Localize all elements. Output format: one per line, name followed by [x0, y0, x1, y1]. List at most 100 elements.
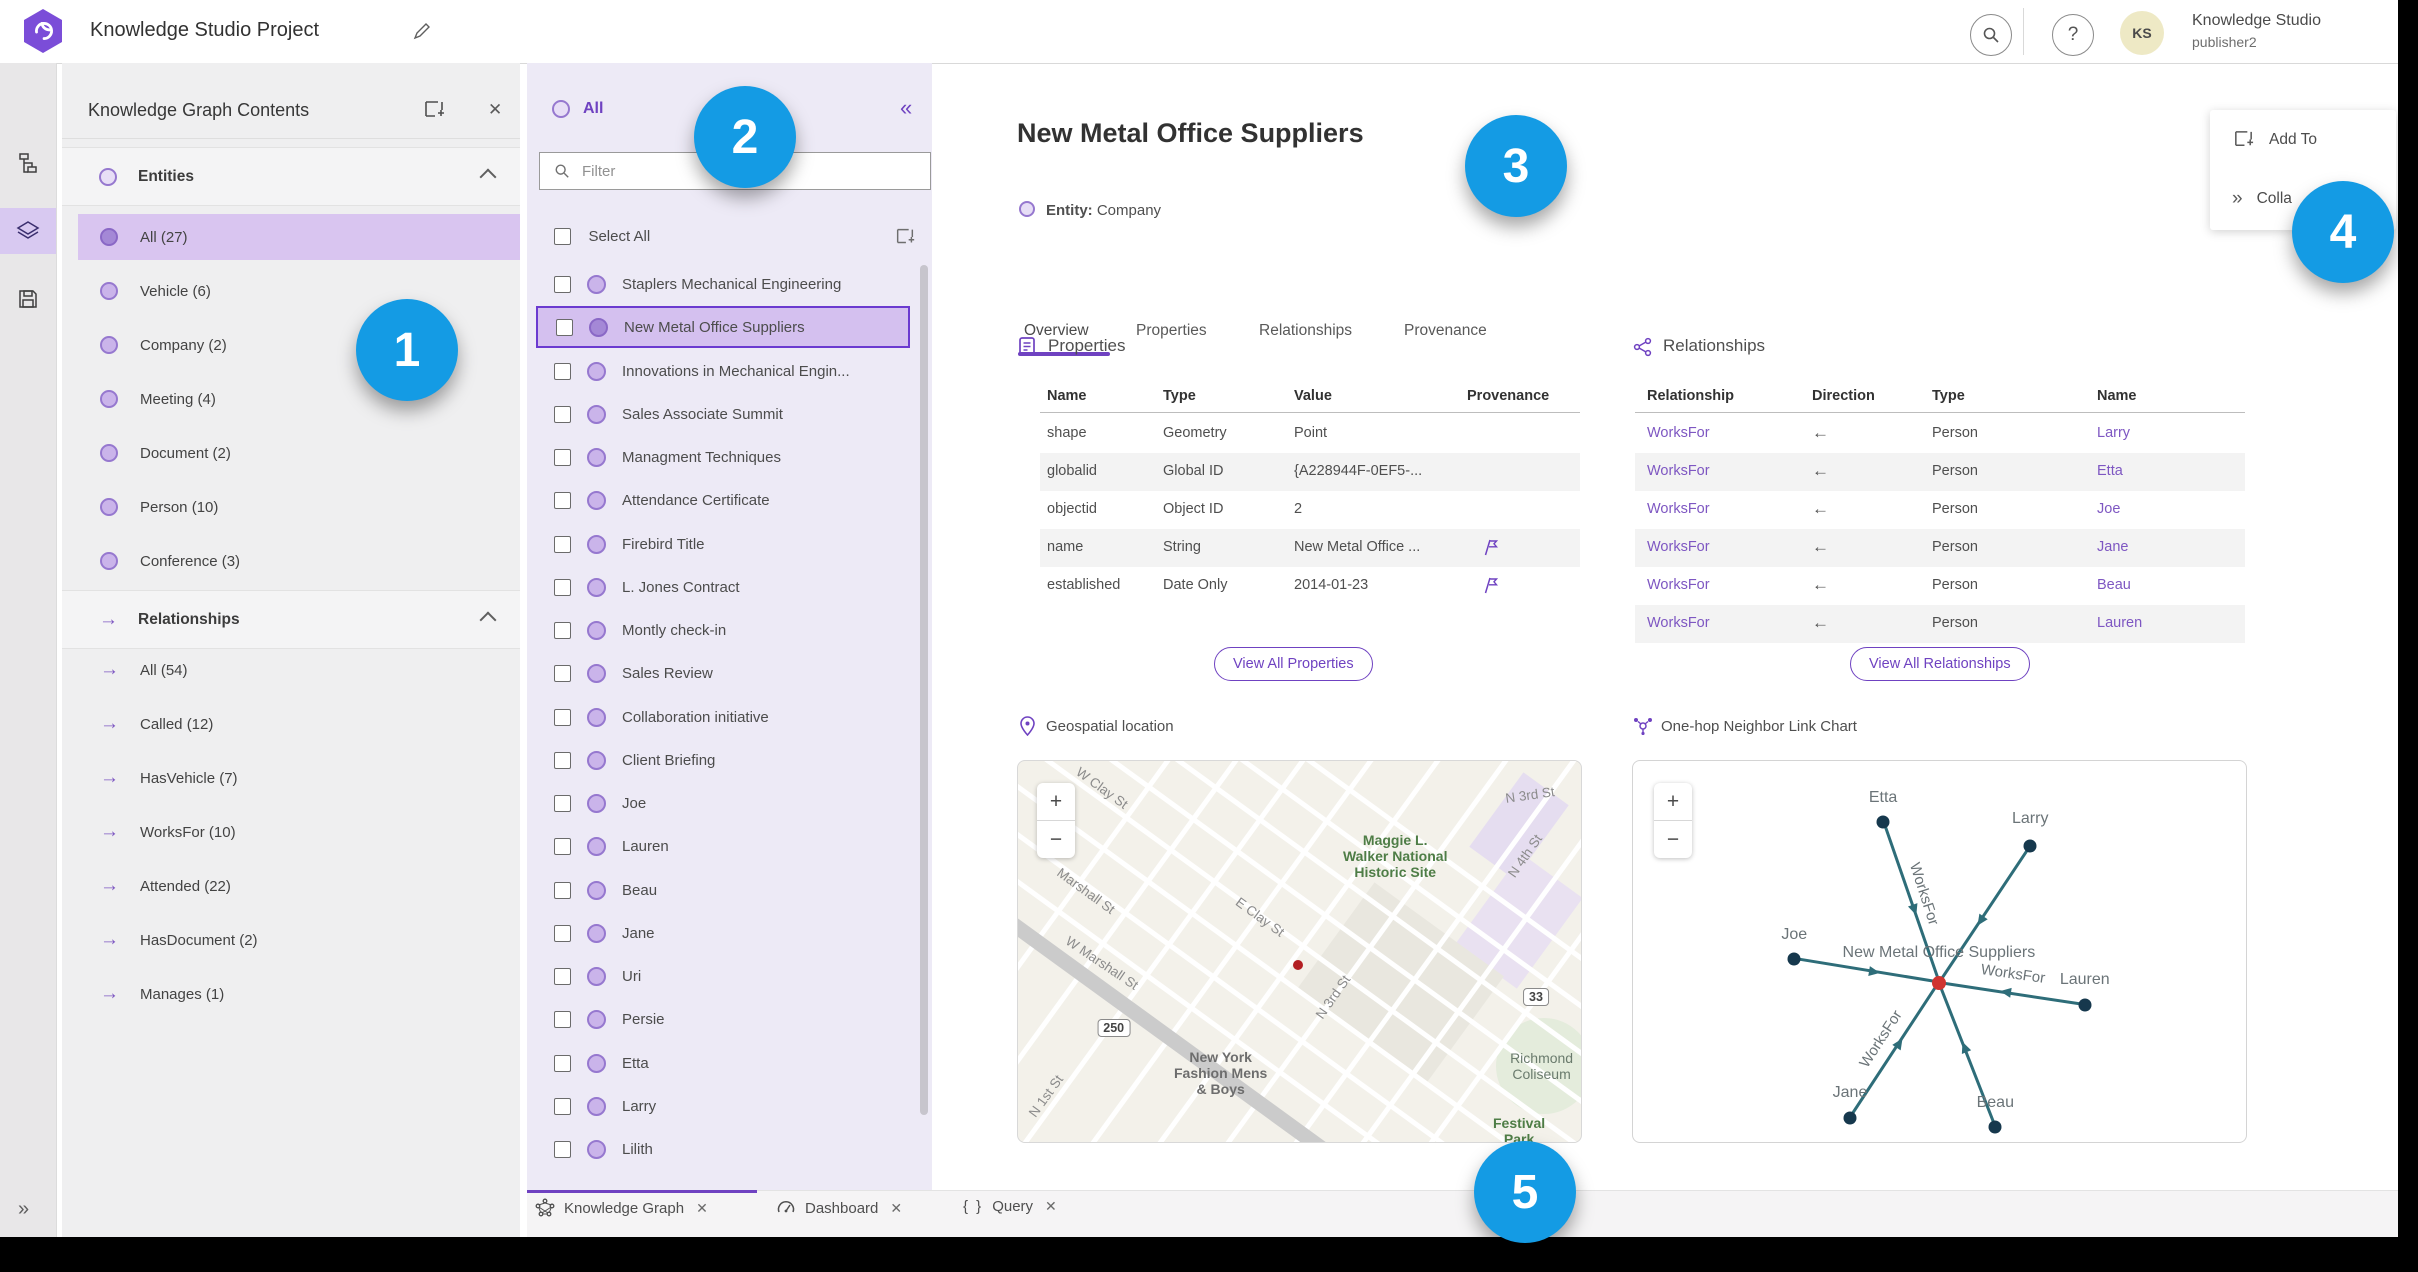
list-item[interactable]: Lilith	[536, 1128, 910, 1170]
item-checkbox[interactable]	[554, 362, 571, 380]
sidebar-item-vehicle[interactable]: Vehicle (6)	[78, 268, 520, 314]
chart-center-node[interactable]	[1931, 975, 1946, 990]
menu-item-colla[interactable]: » Colla	[2232, 188, 2292, 210]
list-item[interactable]: Staplers Mechanical Engineering	[536, 263, 910, 305]
chart-node[interactable]	[2023, 839, 2037, 853]
item-checkbox[interactable]	[554, 837, 571, 855]
help-button[interactable]: ?	[2052, 14, 2094, 56]
list-item[interactable]: Firebird Title	[536, 523, 910, 565]
sidebar-item-person[interactable]: Person (10)	[78, 484, 520, 530]
relationship-link[interactable]: WorksFor	[1647, 577, 1710, 593]
item-checkbox[interactable]	[554, 275, 571, 293]
list-item[interactable]: Sales Review	[536, 652, 910, 694]
sidebar-item-attended[interactable]: → Attended (22)	[78, 863, 520, 909]
sidebar-item-hasvehicle[interactable]: → HasVehicle (7)	[78, 755, 520, 801]
collapse-section-icon[interactable]	[479, 611, 497, 628]
collapse-section-icon[interactable]	[479, 168, 497, 185]
document-tab-query[interactable]: { } Query ✕	[963, 1198, 1057, 1215]
chart-node[interactable]	[1843, 1111, 1857, 1125]
list-item[interactable]: L. Jones Contract	[536, 566, 910, 608]
tab-provenance[interactable]: Provenance	[1404, 322, 1487, 340]
item-checkbox[interactable]	[554, 1097, 571, 1115]
relationship-link[interactable]: WorksFor	[1647, 539, 1710, 555]
list-item[interactable]: Managment Techniques	[536, 436, 910, 478]
sidebar-item-called[interactable]: → Called (12)	[78, 701, 520, 747]
sidebar-item-all[interactable]: All (27)	[78, 214, 520, 260]
avatar[interactable]: KS	[2120, 11, 2164, 55]
item-checkbox[interactable]	[554, 491, 571, 509]
one-hop-link-chart[interactable]: Etta Larry Joe Lauren Jane Beau New Metal Offi…	[1632, 760, 2247, 1143]
document-tab-knowledge-graph[interactable]: Knowledge Graph ✕	[535, 1198, 708, 1218]
view-all-relationships-button[interactable]: View All Relationships	[1850, 647, 2030, 681]
item-checkbox[interactable]	[554, 967, 571, 985]
list-item[interactable]: Joe	[536, 782, 910, 824]
item-checkbox[interactable]	[554, 664, 571, 682]
list-item[interactable]: Uri	[536, 955, 910, 997]
item-checkbox[interactable]	[554, 881, 571, 899]
sidebar-item-conference[interactable]: Conference (3)	[78, 538, 520, 584]
item-checkbox[interactable]	[554, 621, 571, 639]
list-item[interactable]: New Metal Office Suppliers	[536, 306, 910, 348]
rel-name-link[interactable]: Beau	[2097, 577, 2131, 593]
zoom-in-button[interactable]: +	[1654, 783, 1692, 821]
list-item[interactable]: Collaboration initiative	[536, 696, 910, 738]
sidebar-item-worksfor[interactable]: → WorksFor (10)	[78, 809, 520, 855]
rel-name-link[interactable]: Jane	[2097, 539, 2128, 555]
select-all-row[interactable]: Select All	[554, 228, 650, 246]
schema-icon[interactable]	[0, 140, 56, 186]
view-all-properties-button[interactable]: View All Properties	[1214, 647, 1373, 681]
expand-rail-icon[interactable]: »	[18, 1198, 29, 1221]
item-checkbox[interactable]	[554, 578, 571, 596]
chart-node[interactable]	[1787, 952, 1801, 966]
list-item[interactable]: Innovations in Mechanical Engin...	[536, 350, 910, 392]
list-item[interactable]: Montly check-in	[536, 609, 910, 651]
item-checkbox[interactable]	[554, 405, 571, 423]
save-icon[interactable]	[0, 276, 56, 322]
chart-node[interactable]	[1876, 815, 1890, 829]
item-checkbox[interactable]	[554, 794, 571, 812]
item-checkbox[interactable]	[554, 751, 571, 769]
collapse-panel-icon[interactable]: «	[900, 97, 912, 119]
list-item[interactable]: Client Briefing	[536, 739, 910, 781]
geospatial-map[interactable]: W Clay St N 3rd St N 4th St Maggie L. Walke…	[1017, 760, 1582, 1143]
sidebar-item-manages[interactable]: → Manages (1)	[78, 971, 520, 1017]
menu-item-add-to[interactable]: Add To	[2232, 128, 2317, 151]
item-checkbox[interactable]	[554, 1010, 571, 1028]
rel-name-link[interactable]: Larry	[2097, 425, 2130, 441]
provenance-flag-icon[interactable]	[1481, 576, 1498, 594]
relationship-link[interactable]: WorksFor	[1647, 463, 1710, 479]
item-checkbox[interactable]	[554, 1054, 571, 1072]
list-item[interactable]: Jane	[536, 912, 910, 954]
chart-node[interactable]	[2078, 998, 2092, 1012]
relationship-link[interactable]: WorksFor	[1647, 425, 1710, 441]
close-tab-icon[interactable]: ✕	[696, 1200, 708, 1217]
rel-name-link[interactable]: Lauren	[2097, 615, 2142, 631]
tab-properties[interactable]: Properties	[1136, 322, 1207, 340]
select-all-checkbox[interactable]	[554, 228, 571, 246]
tab-relationships[interactable]: Relationships	[1259, 322, 1352, 340]
sidebar-item-meeting[interactable]: Meeting (4)	[78, 376, 520, 422]
relationship-link[interactable]: WorksFor	[1647, 615, 1710, 631]
rel-name-link[interactable]: Etta	[2097, 463, 2123, 479]
list-item[interactable]: Persie	[536, 998, 910, 1040]
close-tab-icon[interactable]: ✕	[890, 1200, 902, 1217]
zoom-out-button[interactable]: −	[1037, 821, 1075, 858]
layers-icon[interactable]	[0, 208, 56, 254]
close-panel-icon[interactable]: ✕	[488, 100, 502, 120]
list-item[interactable]: Lauren	[536, 825, 910, 867]
zoom-out-button[interactable]: −	[1654, 821, 1692, 858]
relationship-link[interactable]: WorksFor	[1647, 501, 1710, 517]
zoom-in-button[interactable]: +	[1037, 783, 1075, 821]
chart-node[interactable]	[1988, 1120, 2002, 1134]
list-item[interactable]: Attendance Certificate	[536, 479, 910, 521]
item-checkbox[interactable]	[554, 535, 571, 553]
item-checkbox[interactable]	[554, 1140, 571, 1158]
edit-project-title-icon[interactable]	[412, 21, 432, 41]
list-scrollbar[interactable]	[920, 265, 928, 1115]
item-checkbox[interactable]	[554, 448, 571, 466]
section-header-relationships[interactable]: → Relationships	[62, 590, 520, 649]
list-item[interactable]: Sales Associate Summit	[536, 393, 910, 435]
list-item[interactable]: Beau	[536, 869, 910, 911]
list-item[interactable]: Larry	[536, 1085, 910, 1127]
item-checkbox[interactable]	[554, 708, 571, 726]
